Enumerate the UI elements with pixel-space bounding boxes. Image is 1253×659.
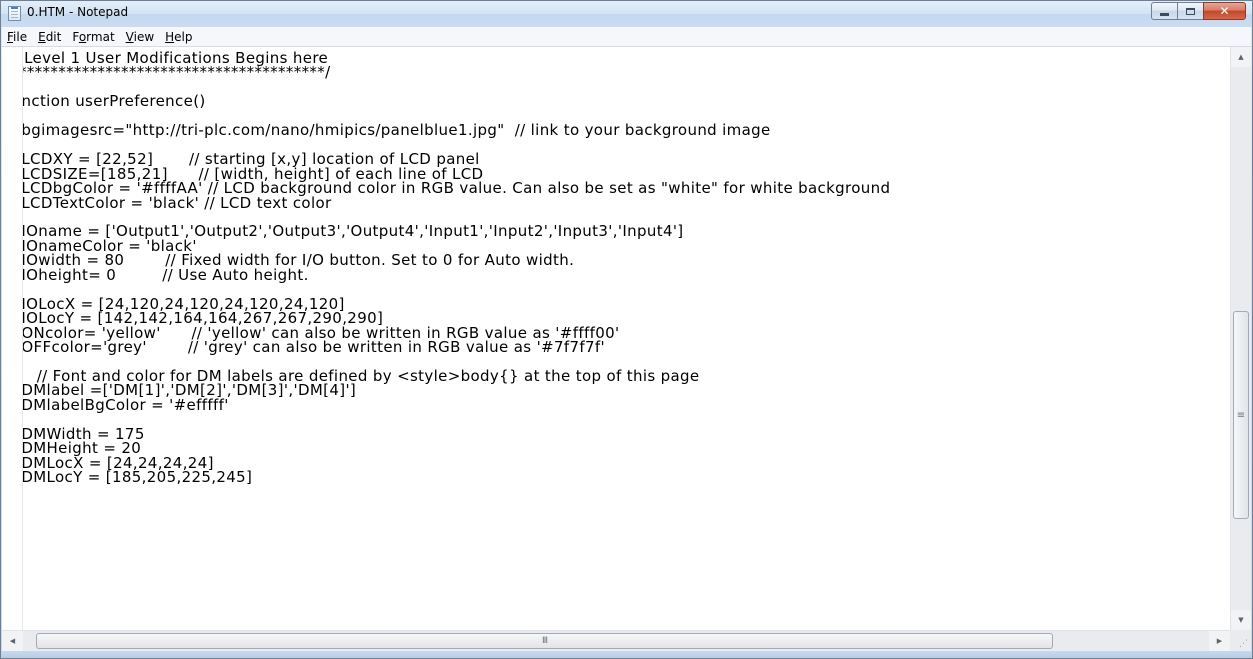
menu-format-label: rmat — [86, 29, 115, 44]
size-grip-icon[interactable]: ⋰ — [1230, 630, 1251, 651]
scroll-down-arrow-icon[interactable]: ▼ — [1231, 610, 1251, 630]
horizontal-scrollbar[interactable]: ◀ III ▶ — [2, 630, 1230, 651]
hthumb-grip-icon: III — [542, 636, 548, 646]
text-editor[interactable]: * Level 1 User Modifications Begins here… — [22, 47, 1232, 630]
thumb-grip-icon: ≡ — [1236, 409, 1246, 421]
horizontal-scroll-thumb[interactable]: III — [36, 633, 1053, 649]
menu-help-accel: H — [165, 29, 175, 44]
close-button[interactable]: ✕ — [1203, 2, 1246, 20]
maximize-button[interactable] — [1177, 2, 1203, 20]
window-bottom-border — [1, 651, 1252, 658]
menu-edit[interactable]: Edit — [33, 30, 66, 44]
menu-edit-label: dit — [45, 29, 62, 44]
vertical-scrollbar[interactable]: ▲ ≡ ▼ — [1230, 47, 1251, 630]
menu-help[interactable]: Help — [160, 30, 197, 44]
scroll-right-arrow-icon[interactable]: ▶ — [1209, 631, 1230, 651]
scroll-left-arrow-icon[interactable]: ◀ — [2, 631, 23, 651]
editor-scrolled-gutter — [2, 47, 22, 630]
window-title: 0.HTM - Notepad — [27, 5, 129, 19]
menu-view-accel: V — [125, 29, 134, 44]
title-bar[interactable]: 0.HTM - Notepad ✕ — [1, 1, 1252, 27]
menu-help-label: elp — [174, 29, 193, 44]
notepad-window: 0.HTM - Notepad ✕ File Edit Format View … — [0, 0, 1253, 659]
caption-buttons: ✕ — [1151, 2, 1246, 20]
menu-edit-accel: E — [38, 29, 46, 44]
maximize-icon — [1186, 7, 1195, 15]
menu-file[interactable]: File — [2, 30, 32, 44]
size-grip-glyph: ⋰ — [1239, 639, 1248, 649]
menu-view-label: iew — [133, 29, 155, 44]
menu-file-label: ile — [13, 29, 28, 44]
scroll-up-arrow-icon[interactable]: ▲ — [1231, 47, 1251, 67]
menu-view[interactable]: View — [121, 30, 159, 44]
minimize-button[interactable] — [1151, 2, 1177, 20]
vertical-scroll-thumb[interactable]: ≡ — [1233, 311, 1249, 519]
editor-text[interactable]: * Level 1 User Modifications Begins here… — [23, 47, 1213, 499]
minimize-icon — [1160, 12, 1169, 16]
notepad-icon[interactable] — [8, 6, 21, 21]
menu-format[interactable]: Format — [67, 30, 119, 44]
menu-bar: File Edit Format View Help — [2, 27, 1251, 47]
close-icon: ✕ — [1219, 4, 1230, 18]
